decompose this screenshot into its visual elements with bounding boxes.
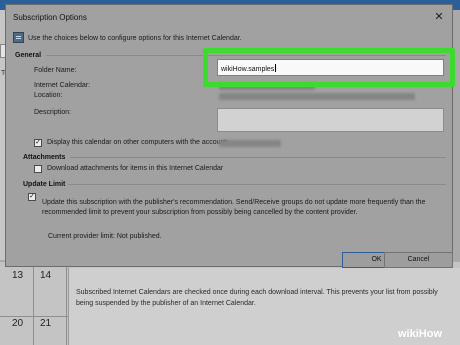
folder-name-highlight [203, 48, 455, 87]
download-attachments-label: Download attachments for items in this I… [47, 165, 224, 172]
attachments-divider [70, 157, 446, 158]
cancel-button[interactable]: Cancel [384, 252, 453, 268]
close-icon[interactable]: ✕ [430, 8, 448, 26]
date-cell-14[interactable]: 14 [40, 270, 51, 281]
wikihow-watermark: wikiHow [398, 328, 443, 340]
update-limit-checkbox[interactable]: ✓ [28, 193, 36, 201]
subscription-options-dialog: Subscription Options ✕ Use the choices b… [5, 4, 453, 268]
date-cell-20[interactable]: 20 [12, 318, 23, 329]
folder-name-label: Folder Name: [34, 67, 77, 74]
grid-line [66, 262, 67, 345]
description-textarea[interactable] [217, 108, 444, 132]
provider-limit-text: Current provider limit: Not published. [48, 233, 162, 240]
description-label: Description: [34, 109, 71, 116]
general-heading: General [15, 52, 42, 59]
display-calendar-label: Display this calendar on other computers… [47, 139, 229, 146]
update-limit-description: Update this subscription with the publis… [42, 199, 426, 216]
download-attachments-checkbox[interactable] [34, 165, 42, 173]
dialog-title: Subscription Options [13, 13, 87, 22]
update-limit-divider [68, 184, 446, 185]
attachments-heading: Attachments [23, 154, 66, 161]
internet-calendar-label: Internet Calendar: [34, 82, 91, 89]
calendar-options-icon [13, 32, 24, 43]
location-value-blurred [219, 93, 415, 100]
date-cell-13[interactable]: 13 [12, 270, 23, 281]
date-cell-21[interactable]: 21 [40, 318, 51, 329]
display-calendar-checkbox[interactable]: ✓ [34, 139, 42, 147]
dialog-intro-text: Use the choices below to configure optio… [28, 35, 242, 42]
update-limit-heading: Update Limit [23, 181, 66, 188]
calendar-info-note: Subscribed Internet Calendars are checke… [76, 289, 438, 307]
dialog-titlebar[interactable]: Subscription Options ✕ [6, 5, 452, 29]
account-name-blurred [219, 140, 281, 147]
grid-line [33, 262, 34, 345]
location-label: Location: [34, 92, 63, 99]
